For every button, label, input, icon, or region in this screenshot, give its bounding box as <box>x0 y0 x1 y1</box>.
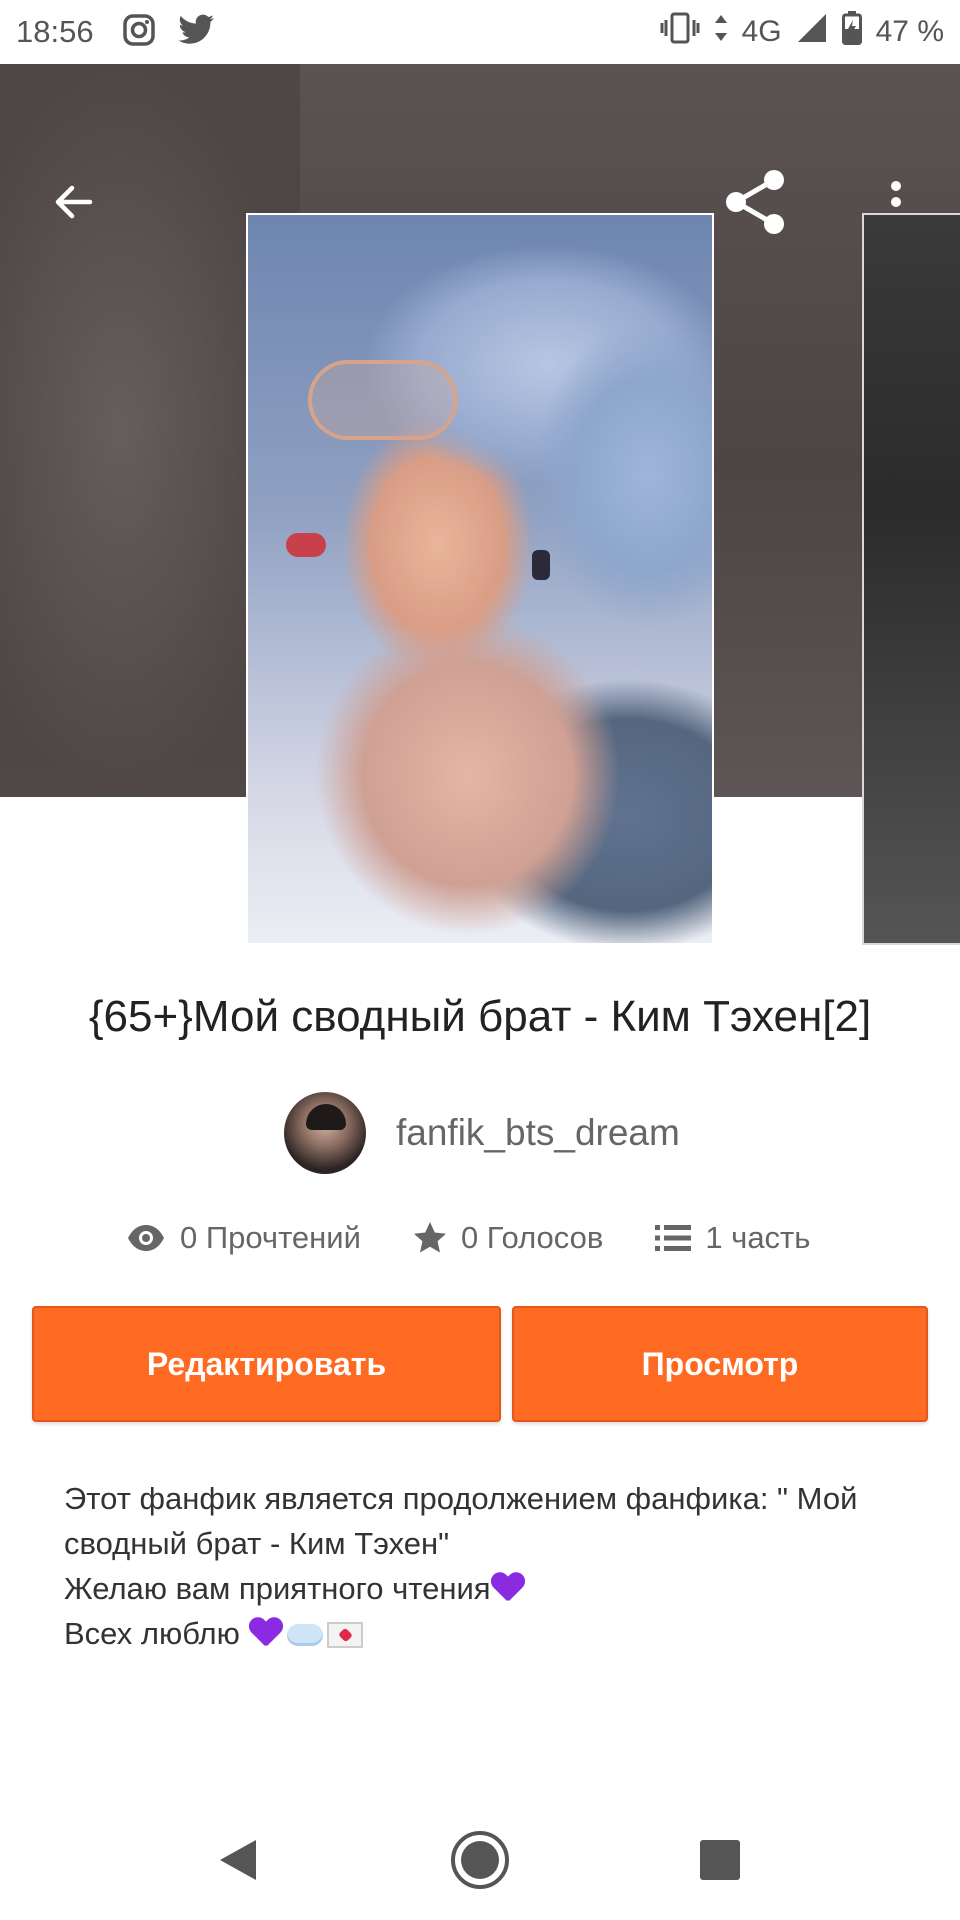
vibrate-icon <box>660 12 700 52</box>
cloud-icon <box>286 1624 323 1646</box>
description-line-text: Желаю вам приятного чтения <box>64 1571 491 1606</box>
edit-button[interactable]: Редактировать <box>32 1306 501 1422</box>
description-line: Этот фанфик является продолжением фанфик… <box>64 1481 858 1516</box>
parts-count: 1 часть <box>705 1220 811 1255</box>
author-name[interactable]: fanfik_bts_dream <box>396 1112 680 1154</box>
description-line: сводный брат - Ким Тэхен" <box>64 1526 450 1561</box>
nav-home-button[interactable] <box>450 1830 510 1890</box>
reads-count: 0 Прочтений <box>180 1220 361 1255</box>
cover-detail <box>286 533 326 557</box>
story-description: Этот фанфик является продолжением фанфик… <box>64 1476 924 1656</box>
author-row[interactable]: fanfik_bts_dream <box>284 1092 680 1174</box>
view-button[interactable]: Просмотр <box>512 1306 928 1422</box>
twitter-icon <box>177 14 216 51</box>
nav-back-button[interactable] <box>208 1830 268 1890</box>
nav-back-icon <box>220 1840 256 1880</box>
votes-stat: 0 Голосов <box>413 1220 603 1256</box>
arrow-left-icon <box>55 185 93 219</box>
share-button[interactable] <box>716 162 796 242</box>
system-navigation-bar <box>0 1800 960 1920</box>
eye-icon <box>128 1225 164 1251</box>
star-icon <box>413 1222 446 1253</box>
network-type: 4G <box>741 15 782 48</box>
cover-detail <box>308 360 458 440</box>
battery-icon <box>841 11 862 53</box>
instagram-icon <box>122 13 156 52</box>
back-button[interactable] <box>34 162 114 242</box>
next-story-cover[interactable] <box>862 213 960 945</box>
story-stats: 0 Прочтений 0 Голосов 1 часть <box>126 1220 810 1256</box>
nav-recents-button[interactable] <box>690 1830 750 1890</box>
data-arrows-icon <box>714 13 728 51</box>
description-line: Желаю вам приятного чтения <box>64 1566 924 1611</box>
signal-icon <box>796 12 828 52</box>
status-system-icons: 4G 47 % <box>660 11 944 53</box>
purple-heart-icon <box>249 1618 283 1648</box>
description-line-text: Всех люблю <box>64 1616 249 1651</box>
avatar[interactable] <box>284 1092 366 1174</box>
story-title: {65+}Мой сводный брат - Ким Тэхен[2] <box>88 992 872 1041</box>
list-icon <box>655 1225 692 1251</box>
battery-percent: 47 % <box>875 15 944 48</box>
story-cover-image[interactable] <box>246 213 714 945</box>
votes-count: 0 Голосов <box>460 1220 604 1255</box>
parts-stat: 1 часть <box>655 1220 810 1256</box>
purple-heart-icon <box>491 1573 525 1603</box>
nav-recents-icon <box>700 1840 740 1880</box>
share-icon <box>726 170 784 234</box>
cover-detail <box>532 550 550 580</box>
reads-stat: 0 Прочтений <box>126 1220 361 1256</box>
nav-home-icon <box>451 1831 509 1889</box>
status-time: 18:56 <box>16 14 94 49</box>
status-notification-icons <box>122 13 216 52</box>
status-bar: 18:56 4G 47 % <box>0 0 960 64</box>
love-letter-icon <box>326 1622 363 1648</box>
description-line: Всех люблю <box>64 1611 924 1656</box>
